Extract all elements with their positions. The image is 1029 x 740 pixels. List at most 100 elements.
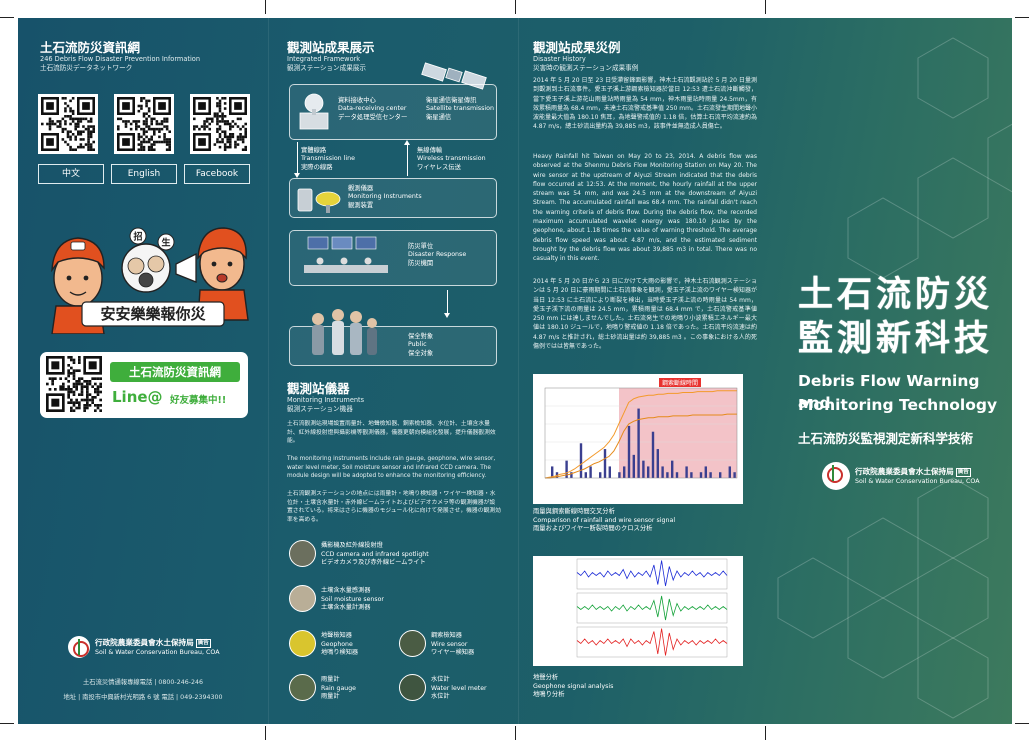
qr-module [72, 404, 76, 407]
qr-module [147, 127, 151, 131]
qr-finder [122, 138, 130, 146]
qr-code-line[interactable] [46, 356, 102, 412]
qr-module [96, 406, 100, 410]
qr-module [94, 404, 97, 407]
qr-code-chinese[interactable] [38, 94, 98, 154]
qr-module [163, 117, 166, 121]
qr-module [78, 382, 81, 386]
qr-module [71, 112, 75, 115]
qr-module [221, 130, 224, 133]
qr-module [66, 143, 70, 146]
cover-title-zh-line2: 監測新科技 [798, 319, 994, 359]
qr-module [91, 377, 94, 380]
qr-module [87, 143, 90, 146]
qr-module [223, 102, 227, 105]
qr-module [142, 97, 146, 100]
qr-module [117, 127, 120, 131]
qr-module [91, 401, 94, 404]
qr-module [226, 120, 229, 123]
rainfall-bar [608, 466, 611, 478]
qr-module [82, 138, 85, 141]
crop-mark [765, 0, 766, 14]
qr-module [78, 361, 81, 364]
qr-module [216, 120, 219, 123]
qr-module [163, 120, 166, 123]
line-promo-card[interactable]: 土石流防災資訊網 Line@ 好友募集中!! [40, 352, 248, 418]
qr-module [218, 125, 222, 128]
qr-module [87, 138, 90, 141]
qr-module [153, 148, 156, 151]
qr-module [223, 115, 227, 118]
cover-title-zh-line1: 土石流防災 [798, 275, 994, 315]
qr-module [203, 127, 206, 131]
qr-label-english[interactable]: English [111, 164, 177, 184]
geophone-signal-line [576, 560, 728, 587]
qr-module [234, 140, 237, 144]
qr-module [142, 145, 146, 149]
qr-module [69, 138, 72, 141]
qr-code-english[interactable] [114, 94, 174, 154]
qr-module [145, 135, 148, 139]
qr-module [48, 377, 52, 380]
qr-module [87, 130, 90, 133]
qr-module [241, 140, 245, 144]
qr-module [77, 145, 80, 149]
section-subtitle-jp: 観測ステーション成果展示 [287, 63, 366, 72]
qr-module [61, 130, 65, 133]
qr-module [135, 125, 138, 128]
qr-module [155, 120, 159, 123]
qr-module [67, 385, 70, 388]
qr-module [244, 135, 247, 139]
qr-module [64, 107, 67, 110]
qr-module [198, 127, 201, 131]
item-en: Wire sensor [431, 640, 468, 648]
qr-module [203, 122, 206, 126]
agency-block: 行政院農業委員會水土保持局 廣告 Soil & Water Conservatio… [68, 636, 220, 658]
rainfall-bar [699, 472, 703, 478]
qr-module [74, 117, 77, 121]
qr-module [59, 385, 62, 388]
qr-module [48, 117, 52, 121]
qr-module [145, 104, 148, 108]
public-en: Public [408, 341, 427, 349]
qr-label-chinese[interactable]: 中文 [38, 164, 104, 184]
qr-module [92, 148, 95, 151]
geophone-chart-svg [576, 558, 728, 658]
qr-module [193, 117, 196, 121]
qr-module [51, 120, 54, 123]
qr-module [71, 117, 75, 121]
qr-module [142, 112, 146, 115]
qr-module [74, 148, 77, 151]
section-subtitle-jp: 災害時の観測ステーション成果事例 [533, 63, 639, 72]
qr-code-facebook[interactable] [190, 94, 250, 154]
slogan-text: 安安樂樂報你災 [100, 305, 206, 323]
qr-label-facebook[interactable]: Facebook [184, 164, 250, 184]
qr-module [150, 127, 153, 131]
qr-module [87, 120, 90, 123]
qr-module [236, 125, 240, 128]
qr-module [127, 120, 130, 123]
qr-module [229, 145, 232, 149]
qr-module [218, 140, 222, 144]
response-jp: 防災機関 [408, 259, 434, 267]
qr-module [70, 406, 73, 410]
qr-module [218, 115, 222, 118]
qr-finder [88, 361, 97, 370]
flow-box-public: 保全對象 Public 保全対象 [289, 309, 497, 366]
qr-module [124, 122, 128, 126]
qr-module [229, 135, 232, 139]
qr-module [208, 117, 211, 121]
qr-module [72, 369, 76, 372]
qr-module [155, 127, 159, 131]
qr-module [70, 398, 73, 402]
qr-module [89, 135, 93, 139]
qr-module [208, 122, 211, 126]
qr-module [163, 133, 166, 136]
agency-name-zh: 行政院農業委員會水土保持局 [95, 637, 194, 647]
qr-module [223, 97, 227, 100]
crop-mark [515, 726, 516, 740]
rainfall-bar [623, 466, 626, 478]
qr-module [140, 97, 143, 100]
qr-module [74, 122, 77, 126]
rainfall-bar [627, 425, 631, 478]
